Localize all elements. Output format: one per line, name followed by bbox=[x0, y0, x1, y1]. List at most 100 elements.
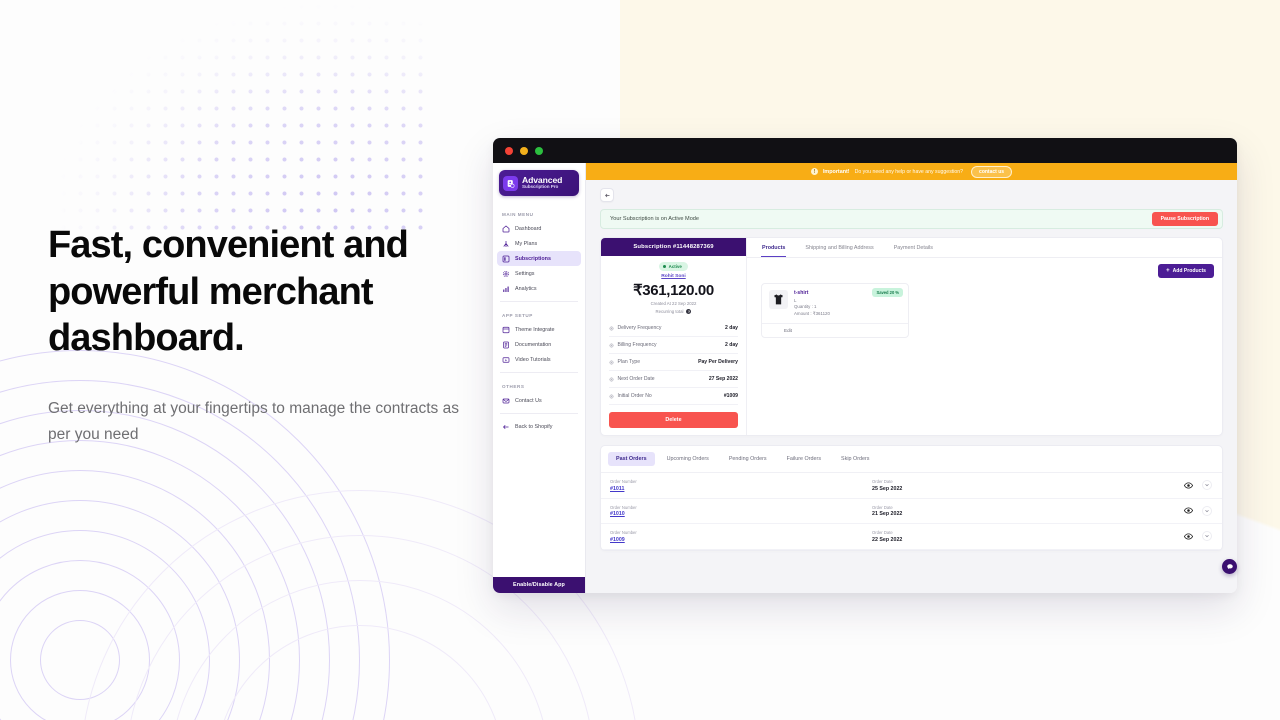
sidebar-item-dashboard[interactable]: Dashboard bbox=[497, 221, 581, 236]
eye-icon[interactable] bbox=[1184, 481, 1193, 490]
bar-chart-icon bbox=[502, 285, 510, 293]
detail-key: Billing Frequency bbox=[609, 342, 657, 348]
detail-key: Delivery Frequency bbox=[609, 325, 661, 331]
sidebar: Advanced Subscription Pro MAIN MENU Dash… bbox=[493, 163, 586, 593]
tab-past-orders[interactable]: Past Orders bbox=[608, 452, 655, 466]
contact-us-button[interactable]: contact us bbox=[971, 165, 1013, 178]
order-date-cell: Order Date 25 Sep 2022 bbox=[872, 479, 1140, 492]
plans-icon bbox=[502, 240, 510, 248]
home-icon bbox=[502, 225, 510, 233]
sidebar-item-theme-integrate[interactable]: Theme Integrate bbox=[497, 322, 581, 337]
detail-row: Initial Order No #1009 bbox=[609, 388, 738, 405]
subscription-summary-body: Active Rohit Soni ₹361,120.00 Created At… bbox=[601, 256, 746, 435]
recurring-total-label: Recurring total ? bbox=[656, 309, 692, 314]
order-date-value: 25 Sep 2022 bbox=[872, 485, 903, 492]
order-number-link[interactable]: #1011 bbox=[610, 486, 872, 492]
gear-icon bbox=[609, 343, 614, 347]
tab-upcoming-orders[interactable]: Upcoming Orders bbox=[659, 452, 717, 466]
browser-window-mockup: Advanced Subscription Pro MAIN MENU Dash… bbox=[493, 138, 1237, 593]
status-badge-label: Active bbox=[668, 264, 682, 269]
order-date-label: Order Date bbox=[872, 479, 893, 484]
tab-products[interactable]: Products bbox=[761, 238, 787, 257]
hero-subtext: Get everything at your fingertips to man… bbox=[48, 400, 459, 443]
sidebar-item-analytics[interactable]: Analytics bbox=[497, 281, 581, 296]
back-to-shopify-link[interactable]: Back to Shopify bbox=[497, 419, 581, 434]
tab-failure-orders[interactable]: Failure Orders bbox=[779, 452, 829, 466]
maximize-window-icon[interactable] bbox=[535, 146, 543, 155]
gear-icon bbox=[609, 360, 614, 364]
order-number-cell: Order Number #1009 bbox=[610, 530, 872, 543]
gear-icon bbox=[609, 326, 614, 330]
app-body: Advanced Subscription Pro MAIN MENU Dash… bbox=[493, 163, 1237, 593]
dot-pattern-decoration bbox=[0, 0, 430, 230]
add-products-button[interactable]: + Add Products bbox=[1158, 264, 1214, 278]
status-badge: Active bbox=[659, 262, 688, 271]
gear-icon bbox=[502, 270, 510, 278]
banner-strong-text: Important! bbox=[822, 168, 850, 175]
app-logo-icon bbox=[503, 175, 518, 191]
theme-icon bbox=[502, 326, 510, 334]
tab-pending-orders[interactable]: Pending Orders bbox=[721, 452, 775, 466]
sidebar-item-label: Analytics bbox=[515, 285, 537, 292]
orders-card: Past Orders Upcoming Orders Pending Orde… bbox=[600, 445, 1223, 551]
sidebar-item-subscriptions[interactable]: Subscriptions bbox=[497, 251, 581, 266]
tab-payment-details[interactable]: Payment Details bbox=[893, 238, 934, 257]
nav-group-label-main: MAIN MENU bbox=[502, 212, 534, 217]
enable-disable-app-button[interactable]: Enable/Disable App bbox=[493, 577, 585, 593]
delete-subscription-button[interactable]: Delete bbox=[609, 412, 738, 428]
hero-section: Fast, convenient and powerful merchant d… bbox=[48, 222, 478, 447]
order-number-link[interactable]: #1010 bbox=[610, 511, 872, 517]
banner-message: Do you need any help or have any suggest… bbox=[854, 168, 964, 175]
order-date-label: Order Date bbox=[872, 504, 893, 510]
eye-icon[interactable] bbox=[1184, 532, 1193, 541]
detail-value: #1009 bbox=[723, 393, 738, 399]
chevron-down-icon[interactable] bbox=[1202, 505, 1212, 516]
detail-row: Next Order Date 27 Sep 2022 bbox=[609, 371, 738, 388]
mail-icon bbox=[502, 397, 510, 405]
order-number-label: Order Number bbox=[610, 530, 637, 535]
chevron-down-icon[interactable] bbox=[1202, 531, 1212, 542]
chevron-down-icon[interactable] bbox=[1202, 480, 1212, 491]
back-button[interactable] bbox=[600, 188, 614, 202]
sidebar-item-my-plans[interactable]: My Plans bbox=[497, 236, 581, 251]
detail-key: Next Order Date bbox=[609, 376, 655, 382]
sidebar-divider bbox=[500, 372, 578, 373]
arrow-left-icon bbox=[502, 423, 510, 431]
help-icon[interactable]: ? bbox=[686, 309, 692, 314]
close-window-icon[interactable] bbox=[505, 146, 513, 155]
order-number-link[interactable]: #1009 bbox=[610, 537, 872, 543]
product-card: Saved 20 % t-shirt L Quantity: 1 Amount… bbox=[761, 283, 909, 339]
chat-support-button[interactable] bbox=[1222, 559, 1237, 574]
back-to-shopify-label: Back to Shopify bbox=[515, 423, 553, 430]
nav-group-label-others: OTHERS bbox=[502, 384, 525, 389]
eye-icon[interactable] bbox=[1184, 506, 1193, 515]
tshirt-icon bbox=[769, 290, 788, 309]
status-dot-icon bbox=[663, 265, 667, 268]
plus-icon: + bbox=[1166, 268, 1170, 274]
subscription-amount: ₹361,120.00 bbox=[633, 282, 714, 299]
tab-skip-orders[interactable]: Skip Orders bbox=[833, 452, 877, 466]
sidebar-item-settings[interactable]: Settings bbox=[497, 266, 581, 281]
customer-link[interactable]: Rohit Soni bbox=[661, 274, 685, 279]
order-date-cell: Order Date 21 Sep 2022 bbox=[872, 505, 1140, 518]
sidebar-item-video-tutorials[interactable]: Video Tutorials bbox=[497, 352, 581, 367]
add-products-label: Add Products bbox=[1172, 268, 1206, 274]
alert-message: Your Subscription is on Active Mode bbox=[610, 216, 700, 222]
minimize-window-icon[interactable] bbox=[520, 146, 528, 155]
product-variant: L bbox=[794, 297, 797, 303]
product-edit-link[interactable]: Edit bbox=[762, 323, 908, 337]
app-logo[interactable]: Advanced Subscription Pro bbox=[499, 170, 579, 196]
pause-subscription-button[interactable]: Pause Subscription bbox=[1151, 212, 1218, 226]
sidebar-item-documentation[interactable]: Documentation bbox=[497, 337, 581, 352]
order-number-label: Order Number bbox=[610, 479, 637, 484]
video-icon bbox=[502, 356, 510, 364]
subscription-card: Subscription #11448287369 Active Rohit S… bbox=[600, 237, 1223, 436]
detail-row: Billing Frequency 2 day bbox=[609, 337, 738, 354]
nav-group-label-setup: APP SETUP bbox=[502, 313, 533, 318]
sidebar-item-label: Subscriptions bbox=[515, 255, 551, 262]
sidebar-item-contact-us[interactable]: Contact Us bbox=[497, 393, 581, 408]
subscription-id-header: Subscription #11448287369 bbox=[601, 238, 746, 256]
table-row: Order Number #1011 Order Date 25 Sep 202… bbox=[601, 473, 1222, 499]
tab-shipping-billing-address[interactable]: Shipping and Billing Address bbox=[804, 238, 874, 257]
detail-value: 2 day bbox=[724, 325, 738, 331]
